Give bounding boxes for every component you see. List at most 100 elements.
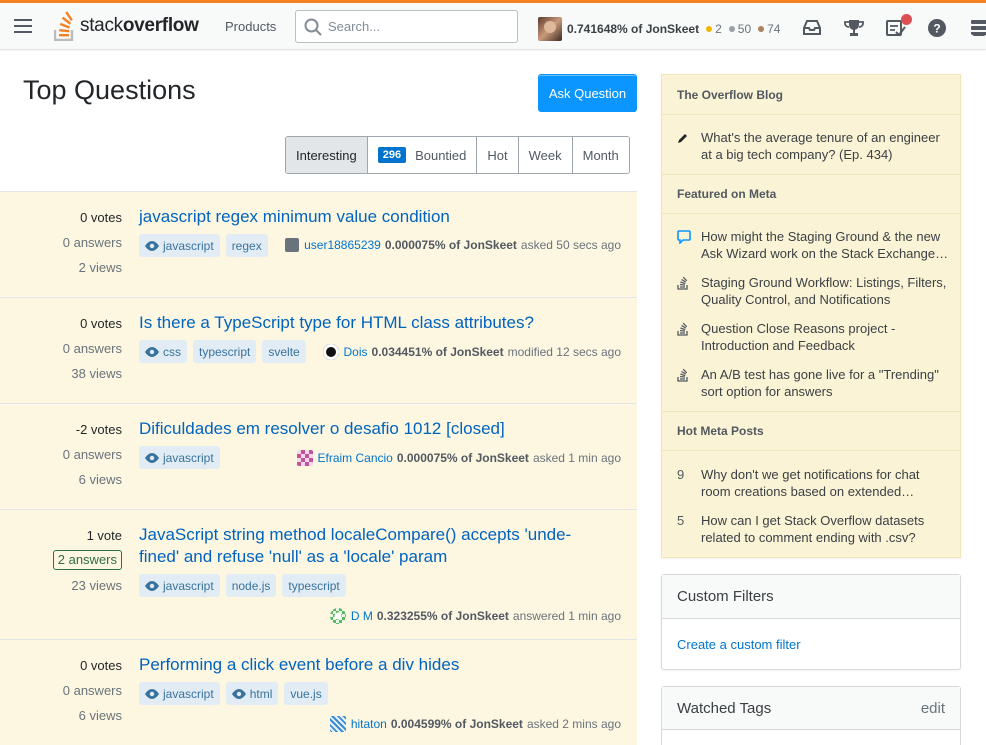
meta-post-link[interactable]: An A/B test has gone live for a "Trendin…	[677, 366, 951, 400]
answer-count: 0 answers	[62, 235, 122, 250]
view-count: 2 views	[78, 260, 122, 275]
user-card[interactable]: 0.741648% of JonSkeet 2 50 74	[538, 17, 780, 41]
blog-post-link[interactable]: What's the average tenure of an engineer…	[677, 129, 951, 163]
user-name-link[interactable]: user18865239	[304, 238, 381, 252]
vote-count: -2 votes	[75, 422, 122, 437]
search-icon	[304, 18, 322, 36]
question-title-link[interactable]: JavaScript string method localeCompare()…	[139, 524, 579, 568]
tag-regex[interactable]: regex	[225, 234, 268, 257]
meta-post-link[interactable]: Staging Ground Workflow: Listings, Filte…	[677, 274, 951, 308]
user-avatar[interactable]	[285, 238, 300, 252]
view-count: 23 views	[71, 578, 122, 593]
question-filter-tabs: Interesting 296 Bountied Hot Week Month	[285, 136, 630, 174]
tag-javascript[interactable]: javascript	[139, 446, 220, 469]
stackoverflow-logo[interactable]: stackoverflow	[54, 10, 199, 42]
silver-badges: 50	[728, 22, 751, 36]
user-reputation: 0.741648% of JonSkeet	[567, 22, 700, 36]
logo-text: stackoverflow	[80, 15, 199, 36]
watched-eye-icon	[145, 346, 159, 357]
tag-svelte[interactable]: svelte	[262, 340, 306, 363]
activity-time[interactable]: answered 1 min ago	[513, 609, 621, 623]
question-title-link[interactable]: javascript regex minimum value condition	[139, 206, 579, 228]
answer-count: 0 answers	[62, 447, 122, 462]
watched-eye-icon	[145, 580, 159, 591]
meta-post-link[interactable]: Question Close Reasons project - Introdu…	[677, 320, 951, 354]
help-icon[interactable]: ?	[928, 19, 950, 39]
activity-time[interactable]: modified 12 secs ago	[508, 345, 621, 359]
user-avatar[interactable]	[329, 608, 346, 624]
user-reputation: 0.034451% of JonSkeet	[371, 345, 504, 359]
user-name-link[interactable]: hitaton	[351, 717, 387, 731]
user-avatar[interactable]	[538, 17, 562, 41]
activity-time[interactable]: asked 2 mins ago	[527, 717, 621, 731]
search-input[interactable]	[328, 19, 498, 34]
pencil-icon	[678, 134, 687, 143]
tab-bountied[interactable]: 296 Bountied	[367, 137, 478, 173]
meta-post-link[interactable]: How might the Staging Ground & the new A…	[677, 228, 951, 262]
answer-count-accepted: 2 answers	[52, 550, 122, 570]
hamburger-menu-icon[interactable]	[14, 19, 32, 33]
inbox-icon[interactable]	[802, 19, 824, 39]
watched-tags-widget: Watched Tags edit	[661, 686, 961, 745]
bronze-badges: 74	[758, 22, 780, 36]
view-count: 38 views	[71, 366, 122, 381]
svg-text:?: ?	[933, 22, 940, 36]
question-summary: 0 votes 0 answers 6 views Performing a c…	[0, 640, 637, 745]
watched-eye-icon	[231, 688, 246, 699]
user-name-link[interactable]: Dois	[344, 345, 368, 359]
activity-time[interactable]: asked 50 secs ago	[521, 238, 621, 252]
stack-logo-icon	[54, 11, 74, 41]
tag-css[interactable]: css	[139, 340, 187, 363]
tag-html[interactable]: html	[225, 682, 279, 705]
question-summary: -2 votes 0 answers 6 views Dificuldades …	[0, 404, 637, 510]
question-title-link[interactable]: Performing a click event before a div hi…	[139, 654, 579, 676]
answer-count: 0 answers	[62, 683, 122, 698]
hot-meta-posts-heading: Hot Meta Posts	[662, 411, 960, 451]
question-summary: 1 vote 2 answers 23 views JavaScript str…	[0, 510, 637, 640]
user-name-link[interactable]: Efraim Cancio	[318, 451, 393, 465]
search-box[interactable]	[295, 10, 518, 43]
tag-javascript[interactable]: javascript	[139, 682, 220, 705]
tag-vuejs[interactable]: vue.js	[284, 682, 328, 705]
ask-question-button[interactable]: Ask Question	[538, 74, 637, 112]
user-avatar[interactable]	[329, 716, 346, 732]
review-queue-icon[interactable]	[886, 14, 912, 39]
watched-eye-icon	[145, 688, 159, 699]
vote-count: 0 votes	[80, 210, 122, 225]
hot-meta-post-link[interactable]: 5 How can I get Stack Overflow datasets …	[677, 512, 951, 546]
notification-dot	[901, 14, 912, 25]
user-reputation: 0.323255% of JonSkeet	[376, 609, 509, 623]
question-summary: 0 votes 0 answers 2 views javascript reg…	[0, 192, 637, 298]
tag-nodejs[interactable]: node.js	[225, 574, 277, 597]
hot-meta-post-link[interactable]: 9 Why don't we get notifications for cha…	[677, 466, 951, 500]
watched-eye-icon	[145, 452, 159, 463]
bounty-count-badge: 296	[377, 147, 407, 163]
stack-exchange-icon	[677, 368, 688, 382]
create-custom-filter-link[interactable]: Create a custom filter	[677, 637, 801, 652]
activity-time[interactable]: asked 1 min ago	[533, 451, 621, 465]
post-score: 5	[677, 513, 685, 528]
tag-typescript[interactable]: typescript	[282, 574, 346, 597]
question-title-link[interactable]: Is there a TypeScript type for HTML clas…	[139, 312, 579, 334]
site-switcher-icon[interactable]	[970, 19, 986, 39]
tag-javascript[interactable]: javascript	[139, 234, 220, 257]
custom-filters-heading: Custom Filters	[662, 575, 960, 619]
user-avatar[interactable]	[296, 450, 313, 466]
tab-week[interactable]: Week	[518, 137, 573, 173]
blog-heading: The Overflow Blog	[662, 75, 960, 115]
user-avatar[interactable]	[322, 344, 339, 360]
tag-javascript[interactable]: javascript	[139, 574, 220, 597]
tab-interesting[interactable]: Interesting	[286, 137, 368, 173]
achievements-icon[interactable]	[844, 19, 866, 39]
question-title-link[interactable]: Dificuldades em resolver o desafio 1012 …	[139, 418, 579, 440]
tab-month[interactable]: Month	[572, 137, 629, 173]
edit-watched-tags-link[interactable]: edit	[921, 700, 945, 717]
user-name-link[interactable]: D M	[351, 609, 373, 623]
user-reputation: 0.000075% of JonSkeet	[384, 238, 517, 252]
tab-hot[interactable]: Hot	[477, 137, 519, 173]
view-count: 6 views	[78, 472, 122, 487]
top-bar: stackoverflow Products 0.741648% of JonS…	[0, 0, 986, 50]
tag-typescript[interactable]: typescript	[193, 340, 257, 363]
answer-count: 0 answers	[62, 341, 122, 356]
products-menu[interactable]: Products	[215, 9, 286, 43]
